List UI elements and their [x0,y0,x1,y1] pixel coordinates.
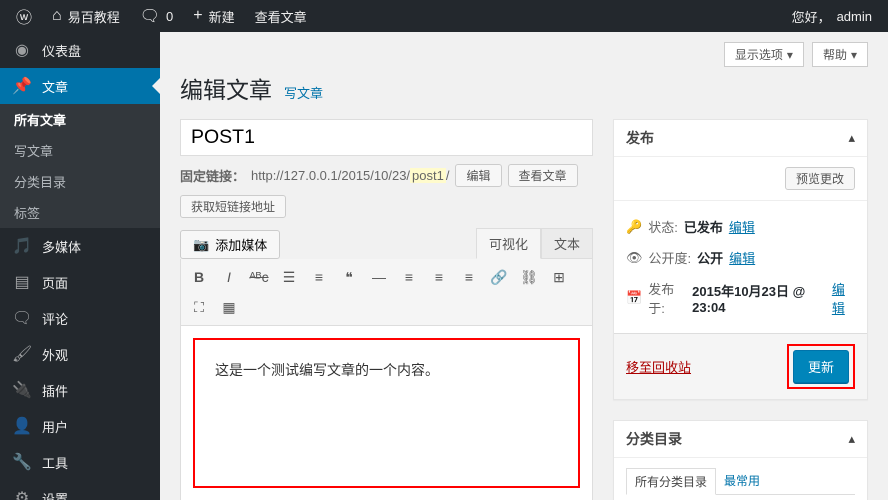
tab-visual[interactable]: 可视化 [476,228,541,259]
fullscreen-button[interactable]: ⛶ [185,293,213,321]
trash-link[interactable]: 移至回收站 [626,357,691,376]
hr-button[interactable]: — [365,263,393,291]
comment-icon: 🗨 [140,6,160,26]
menu-settings[interactable]: ⚙设置 [0,480,160,500]
categories-box-header[interactable]: 分类目录 ▴ [614,421,867,458]
edit-permalink-button[interactable]: 编辑 [455,164,501,187]
comments-count: 0 [166,9,173,24]
menu-comments[interactable]: 🗨评论 [0,300,160,336]
align-right-button[interactable]: ≡ [455,263,483,291]
permalink-label: 固定链接： [180,166,245,185]
numbered-list-button[interactable]: ≡ [305,263,333,291]
gear-icon: ⚙ [12,488,32,500]
camera-icon: 📷 [193,237,209,253]
tab-text[interactable]: 文本 [541,228,593,259]
page-icon: ▤ [12,272,32,292]
username: admin [837,9,872,24]
pin-icon: 📌 [12,76,32,96]
admin-bar: ⓦ ⌂易百教程 🗨0 +新建 查看文章 您好，admin [0,0,888,32]
new-label: 新建 [209,7,235,26]
view-post-link[interactable]: 查看文章 [247,0,315,32]
screen-options-button[interactable]: 显示选项 ▾ [724,42,804,67]
menu-appearance[interactable]: 🖌外观 [0,336,160,372]
dashboard-icon: ◉ [12,40,32,60]
editor-content[interactable]: 这是一个测试编写文章的一个内容。 [193,338,580,488]
eye-icon: 👁 [626,250,643,266]
more-button[interactable]: ⊞ [545,263,573,291]
my-account[interactable]: 您好，admin [784,0,880,32]
submenu-posts: 所有文章 写文章 分类目录 标签 [0,104,160,228]
chevron-up-icon: ▴ [848,130,855,146]
publish-box: 发布 ▴ 预览更改 🔑状态: 已发布 编辑 👁公开度: 公开 编辑 📅发布于: … [613,119,868,400]
comments-link[interactable]: 🗨0 [132,0,182,32]
menu-pages[interactable]: ▤页面 [0,264,160,300]
edit-status-link[interactable]: 编辑 [729,217,755,236]
unlink-button[interactable]: ⛓ [515,263,543,291]
menu-plugins[interactable]: 🔌插件 [0,372,160,408]
strikethrough-button[interactable]: ᴬᴮᴄ [245,263,273,291]
plugin-icon: 🔌 [12,380,32,400]
blockquote-button[interactable]: ❝ [335,263,363,291]
editor-body: 这是一个测试编写文章的一个内容。 [180,326,593,500]
menu-tools[interactable]: 🔧工具 [0,444,160,480]
update-highlight: 更新 [787,344,855,389]
wordpress-icon: ⓦ [16,4,32,28]
permalink-slug: post1 [410,168,446,183]
post-title-input[interactable] [180,119,593,156]
add-media-button[interactable]: 📷添加媒体 [180,230,280,259]
toolbar-toggle-button[interactable]: ▦ [215,293,243,321]
menu-posts[interactable]: 📌文章 [0,68,160,104]
page-title: 编辑文章 [180,71,272,105]
menu-media[interactable]: 🎵多媒体 [0,228,160,264]
site-link[interactable]: ⌂ 易百教程 [44,0,128,32]
plus-icon: + [193,7,202,25]
user-icon: 👤 [12,416,32,436]
comments-icon: 🗨 [12,308,32,328]
brush-icon: 🖌 [12,344,32,364]
view-post-button[interactable]: 查看文章 [508,164,578,187]
editor-toolbar: B I ᴬᴮᴄ ☰ ≡ ❝ — ≡ ≡ ≡ 🔗 ⛓ ⊞ ⛶ ▦ [180,259,593,326]
edit-visibility-link[interactable]: 编辑 [729,248,755,267]
align-left-button[interactable]: ≡ [395,263,423,291]
key-icon: 🔑 [626,219,642,235]
cat-tab-all[interactable]: 所有分类目录 [626,468,716,495]
update-button[interactable]: 更新 [793,350,849,383]
align-center-button[interactable]: ≡ [425,263,453,291]
chevron-down-icon: ▾ [851,48,857,62]
cat-tab-popular[interactable]: 最常用 [716,468,768,494]
content-area: 显示选项 ▾ 帮助 ▾ 编辑文章 写文章 固定链接： http://127.0.… [160,32,888,500]
bold-button[interactable]: B [185,263,213,291]
calendar-icon: 📅 [626,290,642,306]
permalink-url: http://127.0.0.1/2015/10/23/post1/ [251,168,449,183]
categories-box: 分类目录 ▴ 所有分类目录 最常用 分类-1 Uncategorized [613,420,868,500]
bullet-list-button[interactable]: ☰ [275,263,303,291]
submenu-categories[interactable]: 分类目录 [0,166,160,197]
menu-dashboard[interactable]: ◉仪表盘 [0,32,160,68]
help-button[interactable]: 帮助 ▾ [812,42,868,67]
site-name: 易百教程 [68,7,120,26]
submenu-all-posts[interactable]: 所有文章 [0,104,160,135]
edit-date-link[interactable]: 编辑 [832,279,855,317]
admin-sidebar: ◉仪表盘 📌文章 所有文章 写文章 分类目录 标签 🎵多媒体 ▤页面 🗨评论 🖌… [0,32,160,500]
permalink-row: 固定链接： http://127.0.0.1/2015/10/23/post1/… [180,164,593,187]
home-icon: ⌂ [52,7,62,25]
new-content[interactable]: + 新建 [185,0,242,32]
get-shortlink-button[interactable]: 获取短链接地址 [180,195,286,218]
submenu-tags[interactable]: 标签 [0,197,160,228]
tools-icon: 🔧 [12,452,32,472]
submenu-new-post[interactable]: 写文章 [0,135,160,166]
preview-button[interactable]: 预览更改 [785,167,855,190]
wp-logo[interactable]: ⓦ [8,0,40,32]
media-icon: 🎵 [12,236,32,256]
publish-box-header[interactable]: 发布 ▴ [614,120,867,157]
chevron-up-icon: ▴ [848,431,855,447]
menu-users[interactable]: 👤用户 [0,408,160,444]
italic-button[interactable]: I [215,263,243,291]
link-button[interactable]: 🔗 [485,263,513,291]
add-new-link[interactable]: 写文章 [284,83,323,102]
chevron-down-icon: ▾ [787,48,793,62]
